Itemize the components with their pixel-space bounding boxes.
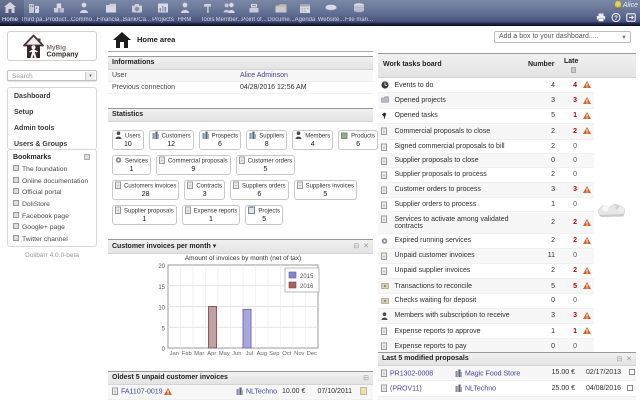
svg-text:Jun: Jun	[232, 351, 241, 357]
svg-text:Apr: Apr	[207, 351, 216, 357]
svg-text:Amount of invoices by month (n: Amount of invoices by month (net of tax)	[185, 255, 301, 262]
svg-text:Sep: Sep	[269, 351, 279, 357]
svg-text:2015: 2015	[300, 274, 314, 280]
svg-text:Company: Company	[47, 52, 79, 59]
svg-text:Nov: Nov	[294, 351, 304, 357]
svg-text:Feb: Feb	[182, 351, 192, 357]
svg-text:Dec: Dec	[307, 351, 317, 357]
svg-text:?: ?	[614, 15, 618, 22]
svg-text:10: 10	[158, 306, 165, 312]
svg-text:Jul: Jul	[246, 351, 253, 357]
svg-text:Oct: Oct	[282, 351, 291, 357]
svg-text:2016: 2016	[300, 284, 314, 290]
svg-text:May: May	[219, 351, 230, 357]
svg-text:Jan: Jan	[170, 351, 179, 357]
svg-text:20: 20	[158, 264, 165, 270]
svg-text:MyBig: MyBig	[47, 45, 67, 52]
svg-text:Mar: Mar	[194, 351, 204, 357]
svg-text:5: 5	[162, 326, 166, 332]
svg-text:Aug: Aug	[257, 351, 267, 357]
svg-text:0: 0	[162, 347, 166, 353]
svg-text:15: 15	[158, 285, 165, 291]
